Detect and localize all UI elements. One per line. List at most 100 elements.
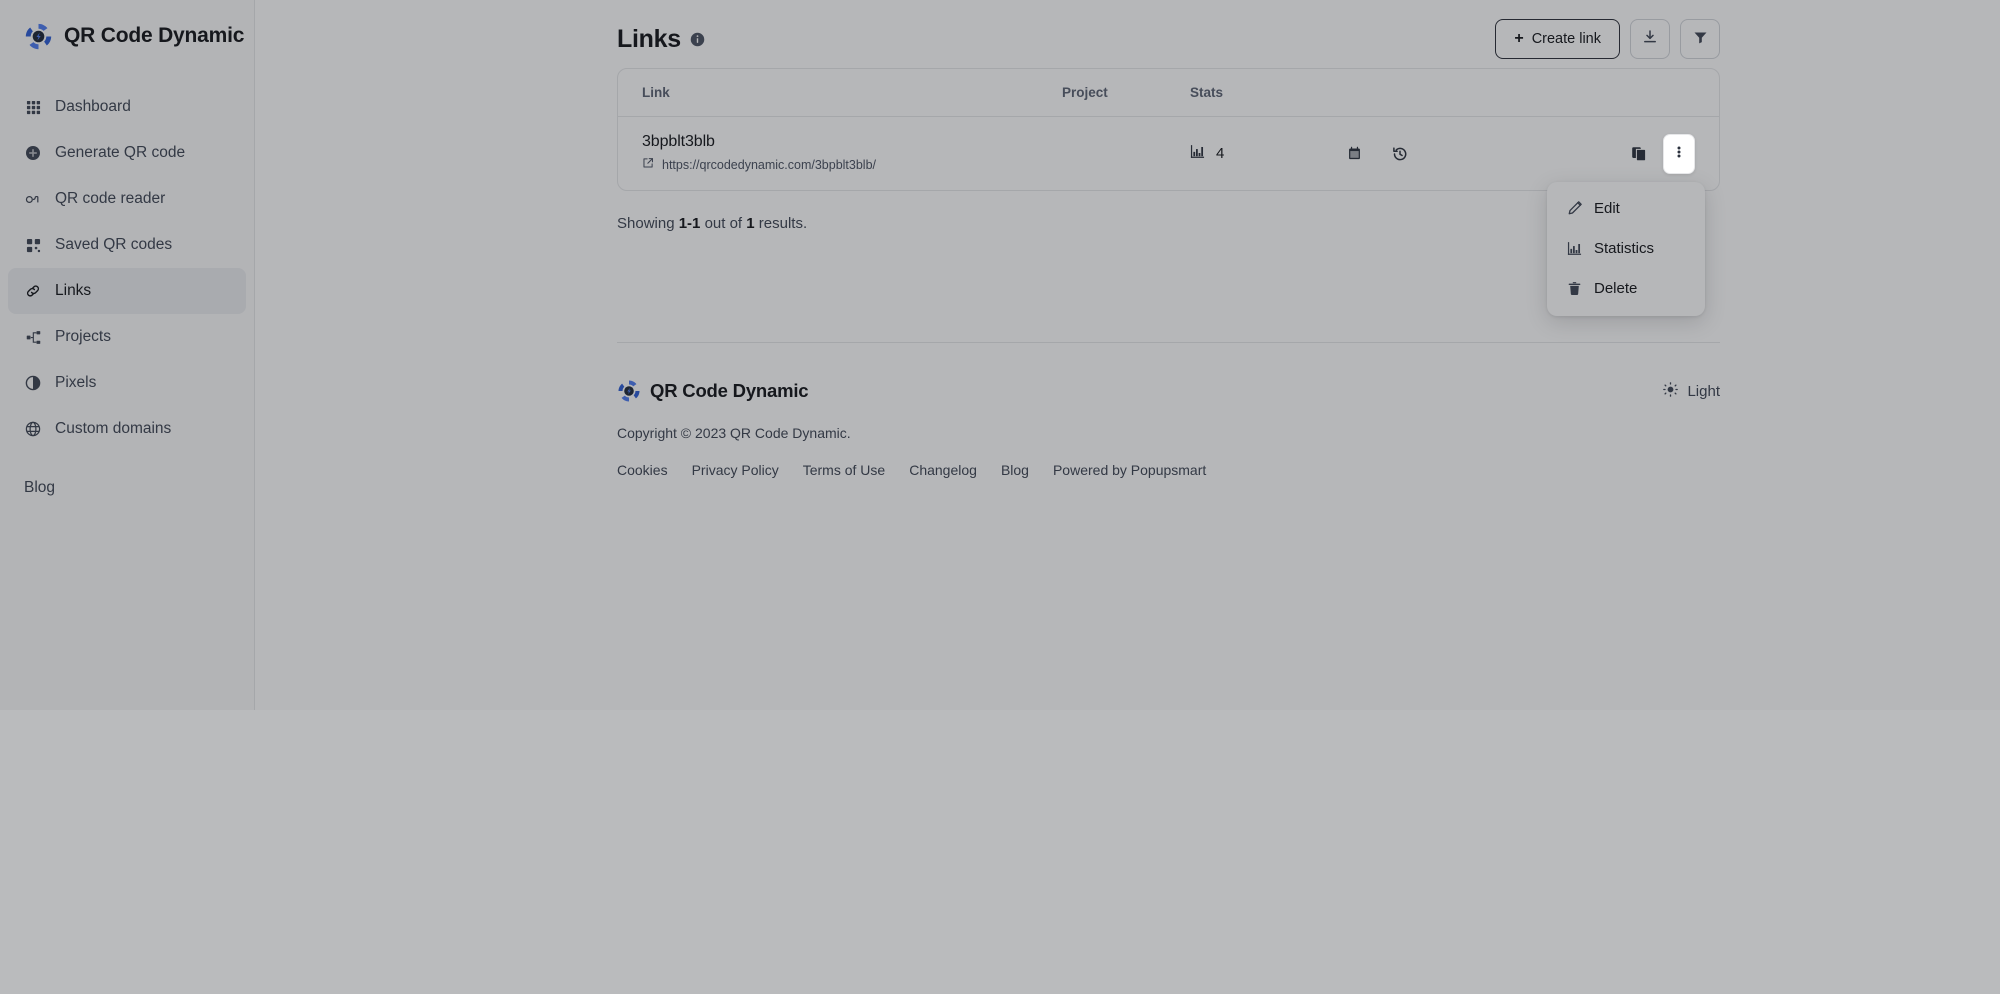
app-shell: QR Code Dynamic Dashboard Generate QR co… <box>0 0 2000 710</box>
sidebar-item-label: Pixels <box>55 374 97 391</box>
clicks-stat[interactable]: 4 <box>1190 144 1340 164</box>
footer-link-powered-by[interactable]: Powered by Popupsmart <box>1053 462 1206 478</box>
theme-toggle[interactable]: Light <box>1663 381 1720 401</box>
sitemap-icon <box>24 328 42 346</box>
footer-brand-label: QR Code Dynamic <box>650 380 809 401</box>
link-url: https://qrcodedynamic.com/3bpblt3blb/ <box>662 158 877 172</box>
sidebar-item-label: QR code reader <box>55 190 166 207</box>
sidebar: QR Code Dynamic Dashboard Generate QR co… <box>0 0 255 710</box>
results-total: 1 <box>746 215 755 232</box>
trash-icon <box>1566 281 1582 297</box>
sidebar-item-qr-code-reader[interactable]: QR code reader <box>8 176 246 222</box>
footer-link-blog[interactable]: Blog <box>1001 462 1029 478</box>
results-middle: out of <box>700 215 747 232</box>
scan-icon <box>24 190 42 208</box>
sun-icon <box>1663 381 1679 401</box>
sidebar-item-saved-qr-codes[interactable]: Saved QR codes <box>8 222 246 268</box>
content-inner: Links + Create link Link Project Stats 3… <box>617 0 1720 478</box>
row-context-menu: Edit Statistics Delete <box>1547 181 1705 316</box>
column-header-stats: Stats <box>1190 85 1224 100</box>
footer-link-terms-of-use[interactable]: Terms of Use <box>803 462 885 478</box>
sidebar-item-label: Generate QR code <box>55 144 186 161</box>
sidebar-brand[interactable]: QR Code Dynamic <box>0 0 254 52</box>
bar-chart-icon <box>1566 241 1582 257</box>
plus-circle-icon <box>24 144 42 162</box>
filter-button[interactable] <box>1680 19 1720 59</box>
bar-chart-icon <box>1190 144 1205 164</box>
calendar-icon[interactable] <box>1340 140 1368 168</box>
qr-code-dynamic-logo-icon <box>24 22 53 51</box>
create-link-label: Create link <box>1531 31 1601 47</box>
create-link-button[interactable]: + Create link <box>1495 19 1620 59</box>
download-icon <box>1642 29 1658 49</box>
copyright: Copyright © 2023 QR Code Dynamic. <box>617 425 851 441</box>
results-prefix: Showing <box>617 215 679 232</box>
sidebar-brand-label: QR Code Dynamic <box>64 24 245 47</box>
menu-item-label: Statistics <box>1594 240 1655 257</box>
sidebar-item-generate-qr-code[interactable]: Generate QR code <box>8 130 246 176</box>
footer: QR Code Dynamic Light Copyright © 2023 Q… <box>617 343 1720 478</box>
modal-overlay-lower <box>0 710 2000 994</box>
row-actions: Edit Statistics Delete <box>1547 133 1705 316</box>
menu-item-label: Edit <box>1594 200 1620 217</box>
sidebar-item-dashboard[interactable]: Dashboard <box>8 84 246 130</box>
link-cell: 3bpblt3blb https://qrcodedynamic.com/3bp… <box>642 133 1062 174</box>
footer-link-cookies[interactable]: Cookies <box>617 462 668 478</box>
history-icon[interactable] <box>1386 140 1414 168</box>
footer-brand[interactable]: QR Code Dynamic <box>617 379 809 403</box>
squares-icon <box>24 236 42 254</box>
footer-links: Cookies Privacy Policy Terms of Use Chan… <box>617 462 1720 478</box>
results-suffix: results. <box>754 215 808 232</box>
page-title: Links <box>617 24 681 53</box>
clicks-count: 4 <box>1216 145 1225 162</box>
links-table: Link Project Stats 3bpblt3blb https://qr… <box>617 68 1720 316</box>
menu-item-edit[interactable]: Edit <box>1554 188 1698 229</box>
footer-link-changelog[interactable]: Changelog <box>909 462 977 478</box>
footer-top: QR Code Dynamic Light <box>617 379 1720 403</box>
sidebar-item-label: Blog <box>24 479 56 496</box>
half-circle-icon <box>24 374 42 392</box>
sidebar-nav: Dashboard Generate QR code QR code reade… <box>0 84 254 511</box>
link-url-row[interactable]: https://qrcodedynamic.com/3bpblt3blb/ <box>642 156 1062 174</box>
sidebar-item-label: Dashboard <box>55 98 131 115</box>
link-name[interactable]: 3bpblt3blb <box>642 133 1062 151</box>
table-header-row: Link Project Stats <box>618 69 1719 117</box>
sidebar-item-links[interactable]: Links <box>8 268 246 314</box>
grid-icon <box>24 98 42 116</box>
results-range: 1-1 <box>678 215 701 232</box>
globe-icon <box>24 420 42 438</box>
stats-cell: 4 <box>1190 140 1625 168</box>
column-header-project: Project <box>1062 85 1108 100</box>
stat-icons <box>1340 140 1414 168</box>
info-icon[interactable] <box>690 32 705 47</box>
sidebar-item-blog[interactable]: Blog <box>8 465 246 511</box>
filter-icon <box>1693 30 1708 49</box>
external-link-icon <box>642 156 654 174</box>
main-content: Links + Create link Link Project Stats 3… <box>255 0 2000 710</box>
header-actions: + Create link <box>1495 19 1720 59</box>
pencil-icon <box>1566 201 1582 217</box>
sidebar-item-label: Projects <box>55 328 111 345</box>
sidebar-item-custom-domains[interactable]: Custom domains <box>8 406 246 452</box>
qr-code-dynamic-logo-icon <box>617 379 641 403</box>
plus-icon: + <box>1514 30 1524 47</box>
menu-item-delete[interactable]: Delete <box>1554 269 1698 309</box>
sidebar-item-label: Saved QR codes <box>55 236 173 253</box>
link-icon <box>24 282 42 300</box>
app-root: QR Code Dynamic Dashboard Generate QR co… <box>0 0 2000 994</box>
sidebar-item-pixels[interactable]: Pixels <box>8 360 246 406</box>
sidebar-item-projects[interactable]: Projects <box>8 314 246 360</box>
menu-item-statistics[interactable]: Statistics <box>1554 229 1698 269</box>
page-title-wrap: Links <box>617 25 705 54</box>
sidebar-item-label: Links <box>55 282 92 299</box>
row-menu-button[interactable] <box>1663 133 1695 174</box>
sidebar-item-label: Custom domains <box>55 420 172 437</box>
menu-item-label: Delete <box>1594 280 1638 297</box>
column-header-link: Link <box>642 85 670 100</box>
theme-label: Light <box>1687 382 1720 400</box>
copy-icon[interactable] <box>1625 140 1653 168</box>
table-row[interactable]: 3bpblt3blb https://qrcodedynamic.com/3bp… <box>618 117 1719 316</box>
footer-link-privacy-policy[interactable]: Privacy Policy <box>692 462 779 478</box>
download-button[interactable] <box>1630 19 1670 59</box>
